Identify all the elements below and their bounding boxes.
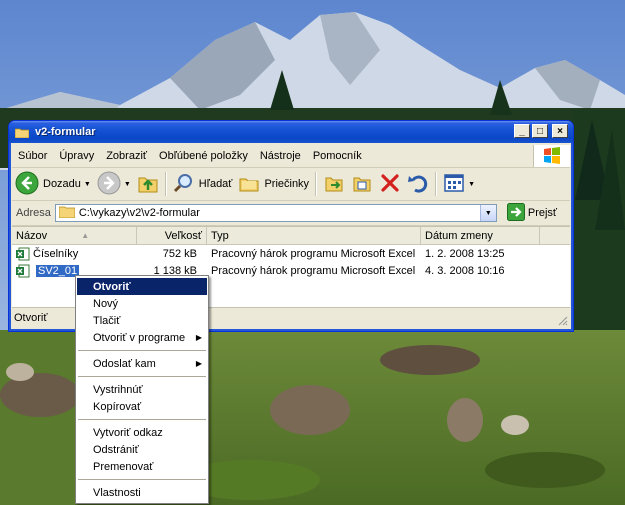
search-label: Hľadať <box>198 178 233 190</box>
views-button[interactable]: ▼ <box>440 170 478 198</box>
submenu-arrow-icon: ▶ <box>195 359 202 368</box>
menu-item-rename[interactable]: Premenovať <box>76 458 208 475</box>
menu-item-open[interactable]: Otvoriť <box>77 278 207 295</box>
go-arrow-icon <box>506 202 525 224</box>
title-bar[interactable]: v2-formular _ □ × <box>9 121 573 143</box>
minimize-button[interactable]: _ <box>514 124 530 138</box>
folder-icon <box>58 205 76 221</box>
menu-item-open-with-label: Otvoriť v programe <box>93 331 186 344</box>
window-title: v2-formular <box>35 126 96 138</box>
delete-button[interactable] <box>376 170 404 198</box>
delete-x-icon <box>379 172 401 197</box>
menu-item-send-to[interactable]: Odoslať kam ▶ <box>76 355 208 372</box>
menu-item-print[interactable]: Tlačiť <box>76 312 208 329</box>
file-type: Pracovný hárok programu Microsoft Excel <box>211 247 416 260</box>
maximize-button[interactable]: □ <box>532 124 548 138</box>
menu-file[interactable]: Súbor <box>12 150 53 162</box>
header-type[interactable]: Typ <box>207 227 421 244</box>
menu-favorites[interactable]: Obľúbené položky <box>153 150 254 162</box>
excel-file-icon <box>16 247 30 261</box>
menu-item-cut[interactable]: Vystrihnúť <box>76 381 208 398</box>
toolbar-separator <box>435 172 438 196</box>
forward-button[interactable]: ▼ <box>94 170 134 198</box>
header-filler <box>540 227 570 244</box>
address-dropdown-icon[interactable]: ▼ <box>479 205 496 221</box>
toolbar-separator <box>164 172 167 196</box>
copy-to-button[interactable] <box>348 170 376 198</box>
go-label: Prejsť <box>527 207 558 219</box>
address-input[interactable]: C:\vykazy\v2\v2-formular ▼ <box>54 204 497 222</box>
menu-separator <box>78 419 206 420</box>
column-headers: Názov ▲ Veľkosť Typ Dátum zmeny <box>12 227 570 245</box>
back-arrow-icon <box>15 171 39 198</box>
menu-item-send-to-label: Odoslať kam <box>93 357 156 370</box>
menu-item-delete[interactable]: Odstrániť <box>76 441 208 458</box>
close-button[interactable]: × <box>552 124 568 138</box>
file-size: 752 kB <box>162 247 197 260</box>
file-type: Pracovný hárok programu Microsoft Excel <box>211 264 416 277</box>
toolbar-separator <box>315 172 318 196</box>
menu-separator <box>78 350 206 351</box>
search-button[interactable]: Hľadať <box>170 170 236 198</box>
resize-grip-icon[interactable] <box>556 314 568 326</box>
menu-separator <box>78 479 206 480</box>
undo-icon <box>407 172 429 197</box>
back-dropdown-icon[interactable]: ▼ <box>84 181 91 188</box>
folders-label: Priečinky <box>264 178 310 190</box>
menu-separator <box>78 376 206 377</box>
forward-arrow-icon <box>97 171 121 198</box>
header-name-label: Názov <box>16 229 48 242</box>
header-size[interactable]: Veľkosť <box>137 227 207 244</box>
up-folder-icon <box>137 172 159 197</box>
menu-help[interactable]: Pomocník <box>307 150 368 162</box>
menu-item-open-with[interactable]: Otvoriť v programe ▶ <box>76 329 208 346</box>
menu-item-properties[interactable]: Vlastnosti <box>76 484 208 501</box>
file-name: Číselníky <box>33 247 79 260</box>
back-button[interactable]: Dozadu ▼ <box>12 170 94 198</box>
folder-icon <box>14 127 30 138</box>
file-name-cell: Číselníky <box>12 245 137 262</box>
address-label: Adresa <box>16 207 51 219</box>
folders-button[interactable]: Priečinky <box>235 170 312 198</box>
back-label: Dozadu <box>43 178 81 190</box>
move-to-button[interactable] <box>320 170 348 198</box>
copy-to-icon <box>351 172 373 197</box>
up-folder-button[interactable] <box>134 170 162 198</box>
header-date[interactable]: Dátum zmeny <box>421 227 540 244</box>
excel-file-icon <box>16 264 30 278</box>
go-button[interactable]: Prejsť <box>506 202 558 224</box>
menu-view[interactable]: Zobraziť <box>100 150 153 162</box>
file-date: 1. 2. 2008 13:25 <box>425 247 505 260</box>
views-dropdown-icon[interactable]: ▼ <box>468 181 475 188</box>
sort-ascending-icon: ▲ <box>81 231 90 240</box>
address-bar: Adresa C:\vykazy\v2\v2-formular ▼ Prejsť <box>12 201 570 226</box>
views-icon <box>443 172 465 197</box>
status-text: Otvoriť <box>14 312 48 324</box>
submenu-arrow-icon: ▶ <box>195 333 202 342</box>
context-menu: Otvoriť Nový Tlačiť Otvoriť v programe ▶… <box>75 275 209 504</box>
windows-logo-icon <box>533 145 570 167</box>
toolbar: Dozadu ▼ ▼ Hľadať Priečinky ▼ <box>12 168 570 201</box>
file-name-selected: SV2_01 <box>36 264 80 277</box>
menu-bar: Súbor Úpravy Zobraziť Obľúbené položky N… <box>12 145 570 168</box>
menu-item-copy[interactable]: Kopírovať <box>76 398 208 415</box>
header-name[interactable]: Názov ▲ <box>12 227 137 244</box>
menu-item-create-shortcut[interactable]: Vytvoriť odkaz <box>76 424 208 441</box>
folders-icon <box>238 172 260 197</box>
table-row[interactable]: Číselníky 752 kB Pracovný hárok programu… <box>12 245 570 262</box>
move-to-icon <box>323 172 345 197</box>
file-date: 4. 3. 2008 10:16 <box>425 264 505 277</box>
forward-dropdown-icon[interactable]: ▼ <box>124 181 131 188</box>
menu-item-new[interactable]: Nový <box>76 295 208 312</box>
search-icon <box>173 172 195 197</box>
menu-tools[interactable]: Nástroje <box>254 150 307 162</box>
undo-button[interactable] <box>404 170 432 198</box>
address-value: C:\vykazy\v2\v2-formular <box>78 207 200 219</box>
menu-edit[interactable]: Úpravy <box>53 150 100 162</box>
